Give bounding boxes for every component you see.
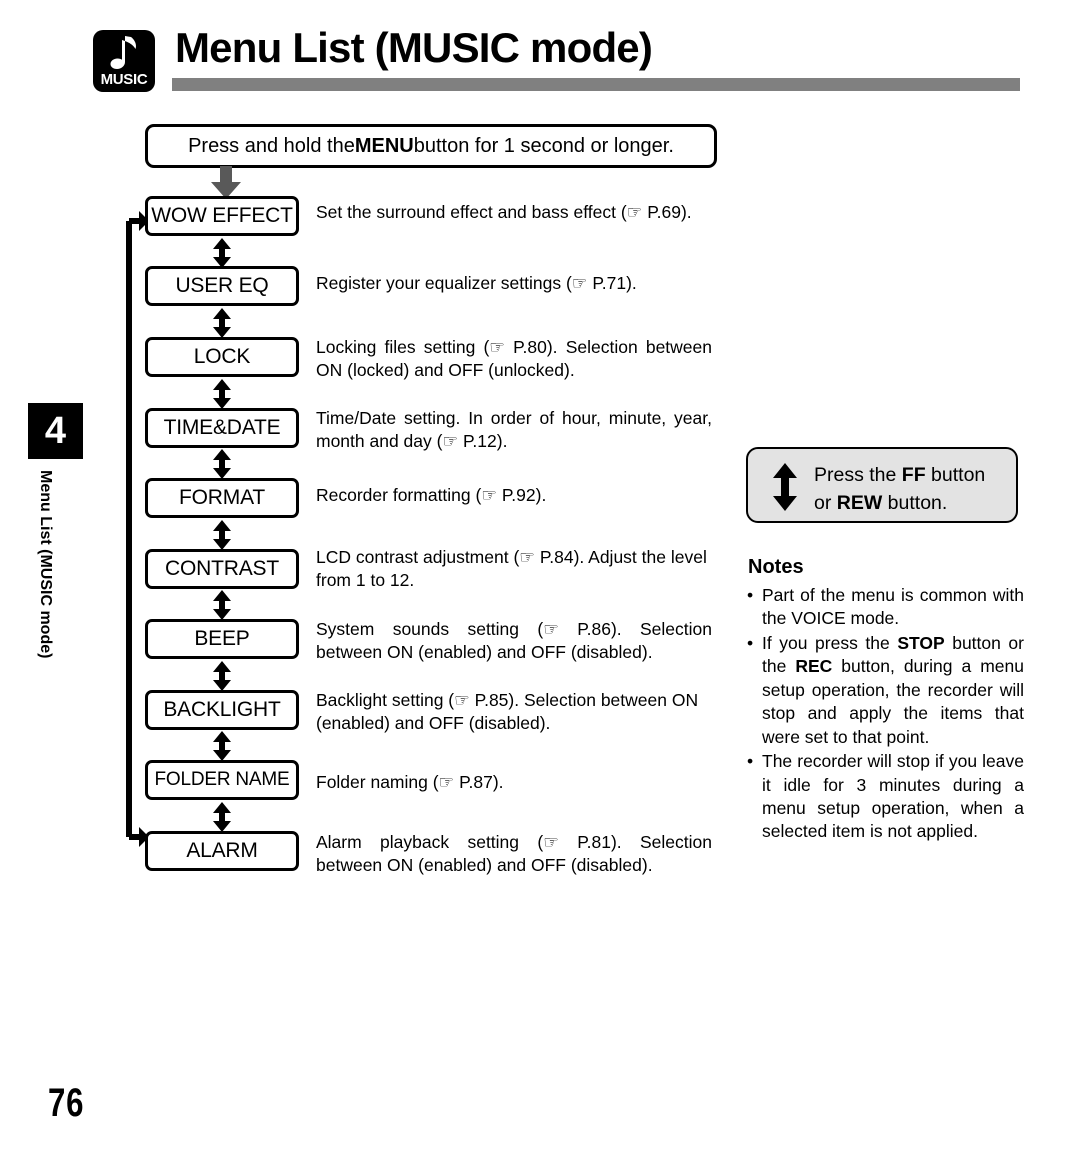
up-down-arrow-icon	[213, 308, 231, 338]
menu-item-description: Register your equalizer settings (☞ P.71…	[316, 273, 637, 293]
menu-item-lock[interactable]: LOCK	[145, 337, 299, 377]
note-item: • If you press the STOP button or the REC…	[746, 632, 1024, 749]
menu-item-format[interactable]: FORMAT	[145, 478, 299, 518]
menu-item-label: BACKLIGHT	[163, 698, 281, 721]
menu-item-description: Alarm playback setting (☞ P.81). Selecti…	[316, 832, 712, 876]
up-down-arrow-icon	[213, 238, 231, 268]
menu-item-contrast[interactable]: CONTRAST	[145, 549, 299, 589]
up-down-arrow-icon	[213, 802, 231, 832]
menu-item-label: LOCK	[193, 345, 251, 368]
note-text: If you press the	[762, 632, 898, 653]
note-text: The recorder will stop if you leave it i…	[762, 751, 1024, 842]
menu-item-user-eq[interactable]: USER EQ	[145, 266, 299, 306]
stop-button-name: STOP	[897, 632, 945, 653]
menu-item-description: Recorder formatting (☞ P.92).	[316, 485, 547, 505]
menu-item-label: TIME&DATE	[163, 416, 281, 439]
up-down-arrow-icon	[213, 449, 231, 479]
menu-item-label: FOLDER NAME	[154, 769, 290, 790]
up-down-arrow-icon	[213, 520, 231, 550]
note-item: • The recorder will stop if you leave it …	[746, 750, 1024, 844]
menu-item-description: System sounds setting (☞ P.86). Selectio…	[316, 619, 712, 663]
menu-item-label: CONTRAST	[165, 557, 279, 580]
note-item: • Part of the menu is common with the VOI…	[746, 584, 1024, 631]
up-down-arrow-icon	[213, 590, 231, 620]
ff-rew-line1-post: button	[925, 464, 986, 486]
menu-item-beep[interactable]: BEEP	[145, 619, 299, 659]
menu-item-time-and-date[interactable]: TIME&DATE	[145, 408, 299, 448]
menu-item-description: Time/Date setting. In order of hour, min…	[316, 408, 712, 452]
menu-item-description: Locking files setting (☞ P.80). Selectio…	[316, 337, 712, 381]
ff-rew-line-1: Press the FF button	[814, 461, 1014, 489]
ff-rew-text: Press the FF button or REW button.	[814, 461, 1014, 518]
ff-rew-line1-pre: Press the	[814, 464, 902, 486]
menu-flow-diagram: WOW EFFECT USER EQ LOCK TIME&DATE FORMAT…	[0, 0, 1080, 1156]
ff-rew-line-2: or REW button.	[814, 489, 1014, 517]
menu-item-backlight[interactable]: BACKLIGHT	[145, 690, 299, 730]
bullet-icon: •	[747, 751, 754, 772]
ff-rew-callout: Press the FF button or REW button.	[746, 447, 1018, 523]
menu-item-wow-effect[interactable]: WOW EFFECT	[145, 196, 299, 236]
menu-item-label: BEEP	[194, 627, 250, 650]
menu-item-folder-name[interactable]: FOLDER NAME	[145, 760, 299, 800]
menu-item-alarm[interactable]: ALARM	[145, 831, 299, 871]
page-number: 76	[48, 1081, 85, 1125]
menu-item-description: Set the surround effect and bass effect …	[316, 202, 692, 222]
rew-button-name: REW	[836, 492, 883, 515]
rec-button-name: REC	[795, 656, 833, 677]
menu-item-label: ALARM	[186, 839, 258, 862]
up-down-arrow-icon	[213, 731, 231, 761]
ff-rew-line2-post: button.	[882, 492, 948, 515]
ff-rew-line2-pre: or	[814, 492, 837, 515]
notes-list: • Part of the menu is common with the VOI…	[746, 584, 1024, 845]
menu-loop-connector	[126, 211, 149, 847]
note-text: Part of the menu is common with the VOIC…	[762, 585, 1024, 629]
menu-item-description: Folder naming (☞ P.87).	[316, 772, 504, 792]
menu-item-label: USER EQ	[175, 274, 269, 297]
up-down-arrow-icon	[213, 379, 231, 409]
bullet-icon: •	[747, 632, 754, 653]
notes-title: Notes	[748, 556, 804, 578]
bullet-icon: •	[747, 585, 754, 605]
menu-item-label: WOW EFFECT	[151, 204, 293, 227]
menu-item-description: Backlight setting (☞ P.85). Selection be…	[316, 690, 699, 734]
menu-item-description: LCD contrast adjustment (☞ P.84). Adjust…	[316, 547, 707, 591]
up-down-arrow-icon	[773, 463, 797, 511]
ff-button-name: FF	[901, 464, 926, 486]
up-down-arrow-icon	[213, 661, 231, 691]
menu-item-label: FORMAT	[179, 486, 265, 509]
